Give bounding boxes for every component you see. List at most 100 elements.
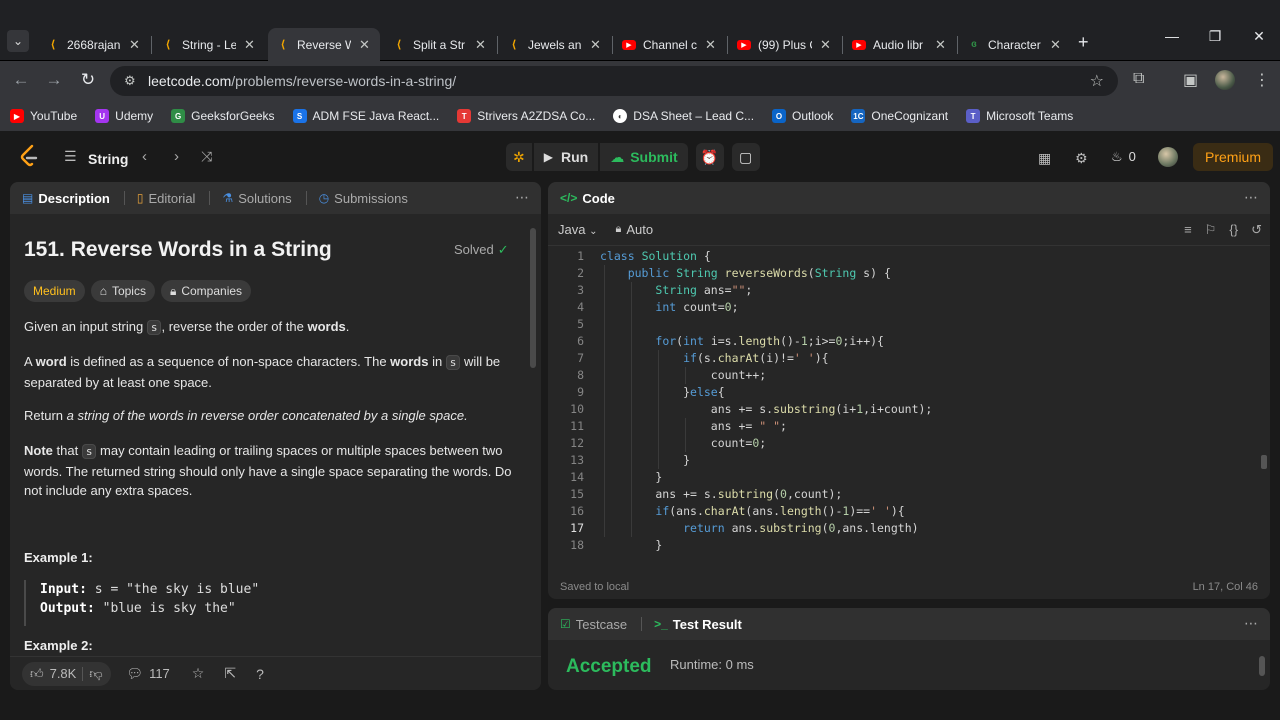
minimize-icon[interactable]: —: [1157, 28, 1187, 44]
problem-list-icon[interactable]: ☰: [64, 148, 77, 165]
notes-icon[interactable]: ▢: [731, 143, 760, 171]
tab-test-result[interactable]: >_ Test Result: [654, 617, 742, 632]
problem-title[interactable]: 151. Reverse Words in a String: [24, 238, 332, 262]
auto-mode[interactable]: Auto: [626, 222, 653, 237]
thumbs-down-icon[interactable]: 👎︎: [89, 666, 102, 682]
browser-tab[interactable]: ▶ (99) Plus C ✕: [729, 28, 841, 61]
more-options-icon[interactable]: ⋯: [515, 189, 529, 206]
extensions-icon[interactable]: ⧉: [1133, 70, 1144, 88]
tab-code[interactable]: </> Code: [560, 191, 615, 206]
history-icon: ◷: [318, 191, 330, 205]
description-paragraph-4: Note that s may contain leading or trail…: [24, 443, 512, 498]
browser-tab[interactable]: ɞ Character ✕: [959, 28, 1071, 61]
browser-tab[interactable]: ⟨ Split a Str ✕: [384, 28, 496, 61]
close-tab-icon[interactable]: ✕: [359, 37, 370, 53]
result-scrollbar[interactable]: [1258, 648, 1266, 684]
close-tab-icon[interactable]: ✕: [705, 37, 716, 53]
back-icon[interactable]: ←: [11, 70, 31, 90]
bookmark-item[interactable]: ◐ DSA Sheet – Lead C...: [613, 109, 754, 123]
bookmark-label: Microsoft Teams: [986, 109, 1074, 123]
code-editor[interactable]: 1 class Solution { 2 public String revers…: [548, 248, 1270, 554]
help-icon[interactable]: ?: [256, 666, 264, 682]
browser-tab[interactable]: ▶ Audio libr ✕: [844, 28, 956, 61]
example-1-title: Example 1:: [24, 550, 93, 565]
close-tab-icon[interactable]: ✕: [1050, 37, 1061, 53]
tab-description[interactable]: ▤ Description: [22, 191, 110, 206]
tab-submissions[interactable]: ◷ Submissions: [319, 191, 408, 206]
close-window-icon[interactable]: ✕: [1244, 28, 1274, 45]
close-tab-icon[interactable]: ✕: [475, 37, 486, 53]
comment-icon[interactable]: 💬︎: [127, 666, 144, 682]
bookmark-item[interactable]: 1C OneCognizant: [851, 109, 948, 123]
thumbs-up-icon[interactable]: 👍︎: [30, 666, 44, 682]
problem-list-title[interactable]: String: [88, 151, 128, 167]
side-panel-icon[interactable]: ▣: [1183, 70, 1198, 90]
close-tab-icon[interactable]: ✕: [129, 37, 140, 53]
bookmark-item[interactable]: T Strivers A2ZDSA Co...: [457, 109, 595, 123]
lock-icon: 🔒︎: [615, 223, 622, 235]
browser-tab[interactable]: ▶ Channel c ✕: [614, 28, 726, 61]
timer-icon[interactable]: ⏰: [695, 143, 724, 171]
language-select[interactable]: Java ⌄: [558, 222, 597, 237]
reload-icon[interactable]: ↻: [78, 70, 98, 90]
omnibox[interactable]: ⚙ leetcode.com/problems/reverse-words-in…: [110, 66, 1118, 96]
tab-testcase[interactable]: ☑ Testcase: [560, 617, 627, 632]
bookmark-favicon-icon: T: [966, 109, 981, 123]
leetcode-icon: ⟨: [50, 39, 56, 51]
browser-tab[interactable]: ⟨ Reverse W ✕: [268, 28, 380, 61]
browser-tab[interactable]: ⟨ 2668rajan ✕: [38, 28, 150, 61]
share-icon[interactable]: ⇱: [224, 665, 236, 682]
description-scrollbar[interactable]: [529, 228, 537, 648]
bookmark-star-icon[interactable]: ☆: [1090, 71, 1104, 91]
url-text[interactable]: leetcode.com/problems/reverse-words-in-a…: [148, 73, 456, 89]
braces-icon[interactable]: {}: [1229, 222, 1238, 238]
browser-tab[interactable]: ⟨ String - Le ✕: [153, 28, 265, 61]
site-settings-icon[interactable]: ⚙: [124, 73, 136, 89]
saved-status: Saved to local: [560, 581, 630, 593]
result-more-icon[interactable]: ⋯: [1244, 615, 1258, 632]
description-footer: 👍︎ 7.8K 👎︎ 💬︎ 117 ☆ ⇱ ?: [10, 656, 541, 690]
submit-button[interactable]: ☁ Submit: [600, 143, 688, 171]
favorite-star-icon[interactable]: ☆: [192, 665, 205, 682]
browser-menu-icon[interactable]: ⋮: [1254, 70, 1270, 90]
bookmark-item[interactable]: G GeeksforGeeks: [171, 109, 275, 123]
debug-icon[interactable]: ✲: [506, 143, 532, 171]
forward-icon[interactable]: →: [44, 70, 64, 90]
premium-button[interactable]: Premium: [1193, 143, 1274, 171]
format-icon[interactable]: ≡: [1184, 222, 1192, 238]
bookmark-item[interactable]: S ADM FSE Java React...: [292, 109, 439, 123]
bookmark-item[interactable]: ▶ YouTube: [10, 109, 77, 123]
bookmark-item[interactable]: T Microsoft Teams: [966, 109, 1073, 123]
bookmark-icon[interactable]: ⚐: [1205, 222, 1217, 238]
tab-editorial[interactable]: ▯ Editorial: [137, 191, 196, 206]
browser-profile-avatar[interactable]: [1215, 70, 1235, 90]
leetcode-logo[interactable]: [20, 144, 42, 168]
shuffle-icon[interactable]: ⤨: [201, 148, 212, 165]
close-tab-icon[interactable]: ✕: [244, 37, 255, 53]
prev-problem-icon[interactable]: ‹: [142, 148, 147, 165]
topics-chip[interactable]: ⌂ Topics: [90, 280, 155, 302]
close-tab-icon[interactable]: ✕: [590, 37, 601, 53]
user-avatar[interactable]: [1158, 147, 1178, 167]
reset-icon[interactable]: ↺: [1251, 222, 1262, 238]
next-problem-icon[interactable]: ›: [174, 148, 179, 165]
play-icon: ▶: [543, 150, 553, 164]
tab-search-dropdown[interactable]: ⌄: [7, 30, 29, 52]
tab-solutions[interactable]: ⚗ Solutions: [222, 191, 291, 206]
close-tab-icon[interactable]: ✕: [820, 37, 831, 53]
bookmark-item[interactable]: U Udemy: [95, 109, 153, 123]
companies-chip[interactable]: 🔒︎ Companies: [160, 280, 252, 302]
browser-tab[interactable]: ⟨ Jewels an ✕: [499, 28, 611, 61]
comment-count[interactable]: 117: [149, 666, 170, 681]
code-more-icon[interactable]: ⋯: [1244, 189, 1258, 206]
document-icon: ▤: [22, 191, 34, 205]
streak-count[interactable]: ♨ 0: [1111, 149, 1136, 165]
maximize-icon[interactable]: ❐: [1200, 28, 1230, 45]
bookmark-item[interactable]: O Outlook: [772, 109, 833, 123]
editor-scrollbar[interactable]: [1261, 455, 1267, 469]
layout-icon[interactable]: ▦: [1038, 150, 1051, 167]
settings-gear-icon[interactable]: ⚙: [1075, 150, 1088, 167]
close-tab-icon[interactable]: ✕: [935, 37, 946, 53]
run-button[interactable]: ▶ Run: [533, 143, 599, 171]
new-tab-button[interactable]: +: [1078, 32, 1089, 53]
